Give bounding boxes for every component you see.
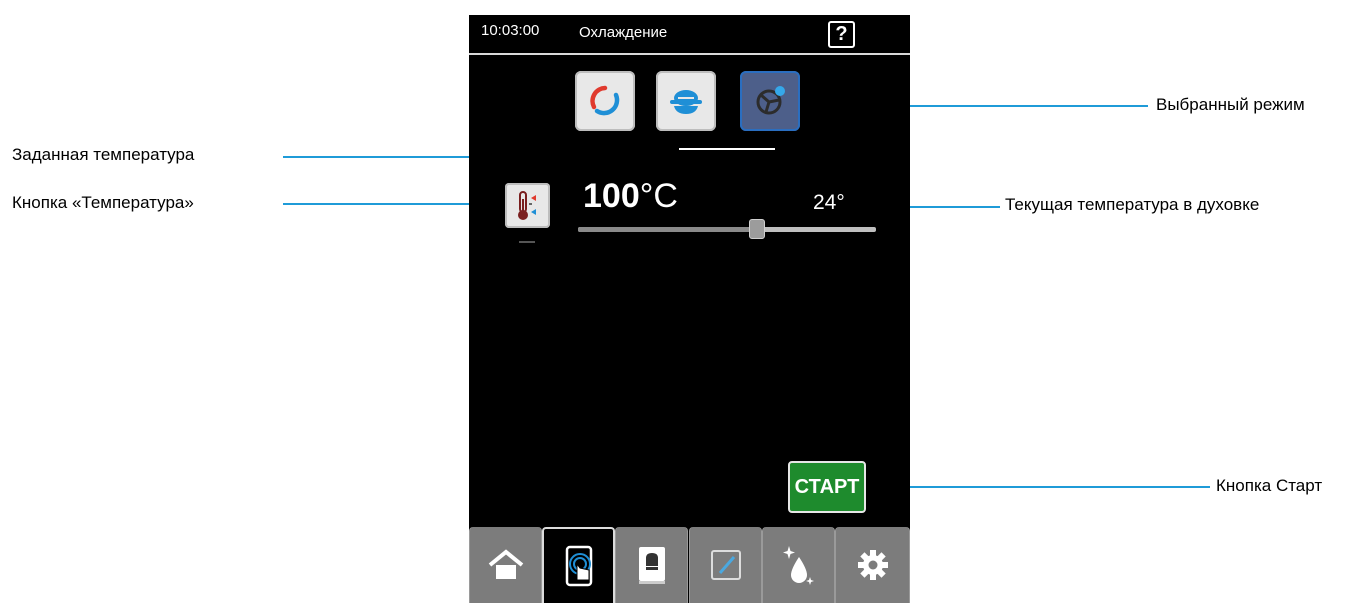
tab-cleaning[interactable]: [762, 527, 835, 603]
tab-home[interactable]: [469, 527, 542, 603]
tab-recipes[interactable]: [615, 527, 688, 603]
mode-steam-button[interactable]: [656, 71, 716, 131]
annotation-start-button: Кнопка Старт: [1216, 476, 1323, 495]
cleaning-icon: [782, 546, 814, 585]
tab-manual[interactable]: [542, 527, 615, 603]
set-temperature-value: 100: [583, 177, 640, 215]
temperature-slider[interactable]: [578, 219, 876, 239]
callout-line-start-button: [898, 486, 1210, 488]
temperature-slider-handle[interactable]: [748, 219, 765, 239]
mode-convection-button[interactable]: [575, 71, 635, 131]
chef-book-icon: [638, 547, 665, 584]
start-button[interactable]: СТАРТ: [788, 461, 866, 513]
screen-title: Охлаждение: [579, 24, 668, 41]
edit-program-icon: [710, 550, 741, 580]
mode-cooling-button[interactable]: [740, 71, 800, 131]
thermometer-icon: [517, 190, 536, 220]
annotation-temperature-button: Кнопка «Температура»: [12, 193, 194, 212]
help-icon: ?: [835, 23, 848, 45]
annotation-set-temperature: Заданная температура: [12, 145, 195, 164]
annotation-selected-mode: Выбранный режим: [1156, 95, 1305, 114]
tab-programs[interactable]: [689, 527, 762, 603]
help-button[interactable]: ?: [828, 21, 855, 48]
temperature-button-indicator: [519, 241, 535, 243]
temperature-button[interactable]: [505, 183, 550, 228]
clock: 10:03:00: [481, 22, 540, 39]
tab-settings[interactable]: [835, 527, 910, 603]
status-bar: 10:03:00 Охлаждение ?: [469, 15, 910, 55]
steam-dish-icon: [670, 90, 702, 114]
temperature-slider-fill: [578, 227, 757, 232]
home-icon: [488, 549, 523, 579]
annotation-current-temperature: Текущая температура в духовке: [1005, 195, 1260, 214]
oven-screen: 10:03:00 Охлаждение ? 100°C 24° СТАРТ: [469, 15, 910, 603]
set-temperature-unit: °C: [639, 177, 678, 215]
fan-cooling-icon: [756, 86, 785, 115]
settings-gear-icon: [857, 550, 888, 580]
selected-mode-indicator: [679, 148, 775, 150]
convection-icon: [590, 85, 620, 116]
current-temperature: 24°: [813, 191, 845, 214]
set-temperature: 100°C: [583, 177, 678, 216]
touch-manual-icon: [565, 545, 592, 587]
